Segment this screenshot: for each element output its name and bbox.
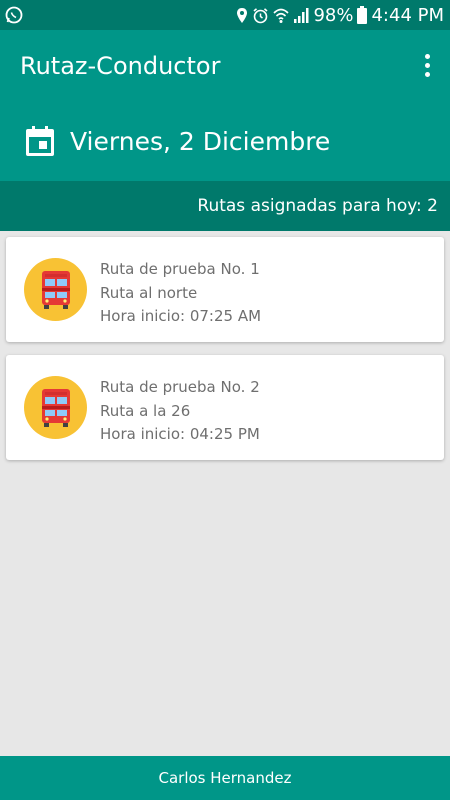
overflow-menu-button[interactable]: [416, 50, 438, 80]
date-row: Viernes, 2 Diciembre: [26, 126, 330, 156]
battery-percent: 98%: [313, 4, 354, 26]
status-right: 98% 4:44 PM: [236, 5, 444, 26]
battery-icon: [357, 6, 368, 24]
alarm-icon: [253, 7, 268, 23]
route-description: Ruta al norte: [100, 283, 198, 302]
routes-summary-bar: Rutas asignadas para hoy: 2: [0, 181, 450, 231]
bus-icon: [41, 270, 70, 309]
location-icon: [237, 7, 248, 23]
route-avatar: [24, 376, 87, 439]
route-start-time: Hora inicio: 04:25 PM: [100, 425, 260, 443]
route-description: Ruta a la 26: [100, 401, 191, 420]
route-name: Ruta de prueba No. 2: [100, 378, 260, 396]
user-name: Carlos Hernandez: [158, 769, 292, 787]
status-time: 4:44 PM: [371, 4, 444, 26]
route-avatar: [24, 258, 87, 321]
route-start-time: Hora inicio: 07:25 AM: [100, 307, 262, 325]
app-title: Rutaz-Conductor: [20, 52, 221, 80]
status-bar: 98% 4:44 PM: [0, 0, 450, 30]
whatsapp-icon: [5, 6, 23, 24]
signal-icon: [294, 8, 309, 23]
route-card-1[interactable]: Ruta de prueba No. 1 Ruta al norte Hora …: [6, 237, 444, 342]
status-left: [4, 5, 24, 25]
route-info: Ruta de prueba No. 2 Ruta a la 26 Hora i…: [100, 376, 260, 447]
routes-count-label: Rutas asignadas para hoy: 2: [197, 196, 438, 216]
route-name: Ruta de prueba No. 1: [100, 260, 260, 278]
app-bar: Rutaz-Conductor Viernes, 2 Diciembre: [0, 30, 450, 181]
more-vert-icon: [424, 53, 430, 59]
calendar-icon: [26, 126, 54, 156]
date-text: Viernes, 2 Diciembre: [70, 126, 331, 156]
footer-user-bar: Carlos Hernandez: [0, 756, 450, 800]
wifi-icon: [273, 8, 290, 23]
route-card-2[interactable]: Ruta de prueba No. 2 Ruta a la 26 Hora i…: [6, 355, 444, 460]
bus-icon: [41, 388, 70, 427]
route-info: Ruta de prueba No. 1 Ruta al norte Hora …: [100, 258, 261, 329]
